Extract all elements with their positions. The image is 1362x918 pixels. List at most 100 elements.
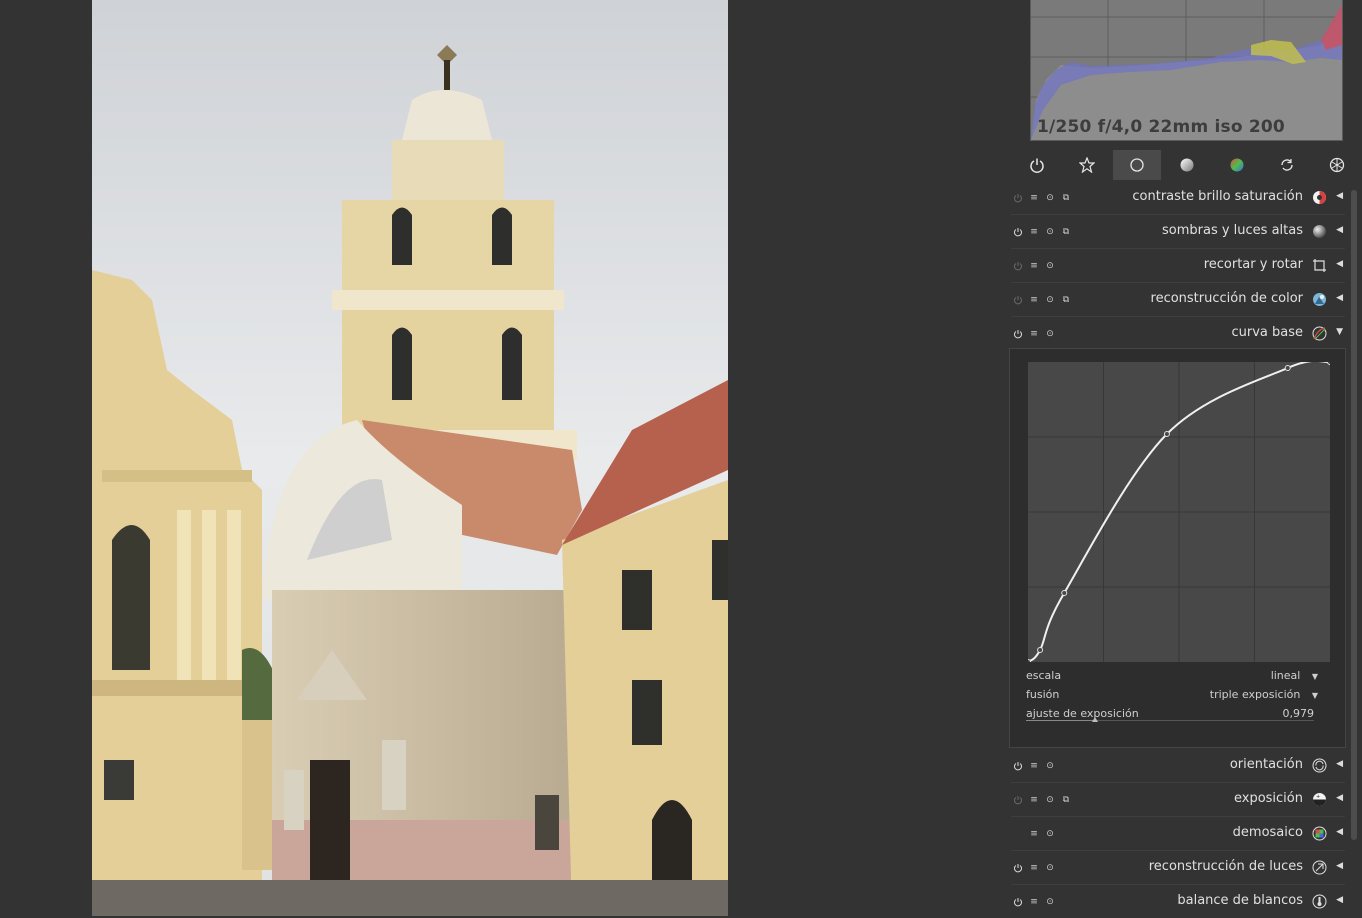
- curve-node[interactable]: [1061, 590, 1068, 596]
- dropdown-icon[interactable]: ▼: [1312, 691, 1318, 700]
- highlight-icon: [1312, 860, 1327, 875]
- panel-scrollbar[interactable]: [1351, 190, 1357, 840]
- power-icon[interactable]: [1013, 761, 1023, 771]
- collapse-arrow-icon[interactable]: ◀: [1336, 861, 1343, 871]
- histogram[interactable]: 1/250 f/4,0 22mm iso 200: [1030, 0, 1343, 141]
- module-label: curva base: [1231, 325, 1303, 340]
- curve-node[interactable]: [1327, 359, 1333, 365]
- scale-value: lineal: [1270, 669, 1301, 682]
- module-demosaic[interactable]: ≡ ⊙ demosaico ◀: [1011, 817, 1345, 851]
- menu-icon[interactable]: ≡: [1029, 261, 1039, 271]
- multi-instance-icon[interactable]: ⧉: [1061, 295, 1071, 305]
- sphere-icon: [1313, 225, 1326, 238]
- multi-instance-icon[interactable]: ⧉: [1061, 227, 1071, 237]
- mask-icon[interactable]: ⊙: [1045, 329, 1055, 339]
- collapse-arrow-icon[interactable]: ◀: [1336, 895, 1343, 905]
- collapse-arrow-icon[interactable]: ◀: [1336, 225, 1343, 235]
- menu-icon[interactable]: ≡: [1029, 329, 1039, 339]
- menu-icon[interactable]: ≡: [1029, 227, 1039, 237]
- curve-node[interactable]: [1037, 647, 1044, 653]
- center-view: [0, 0, 1003, 916]
- power-icon[interactable]: [1013, 193, 1023, 203]
- mask-icon[interactable]: ⊙: [1045, 227, 1055, 237]
- curve-icon: [1312, 326, 1327, 341]
- mask-icon[interactable]: ⊙: [1045, 795, 1055, 805]
- svg-text:+: +: [1316, 794, 1320, 800]
- scale-selector[interactable]: escala lineal ▼: [1026, 669, 1318, 682]
- power-icon[interactable]: [1013, 329, 1023, 339]
- curve-editor[interactable]: [1025, 359, 1333, 665]
- collapse-arrow-icon[interactable]: ◀: [1336, 793, 1343, 803]
- mask-icon[interactable]: ⊙: [1045, 829, 1055, 839]
- multi-instance-icon[interactable]: ⧉: [1061, 193, 1071, 203]
- power-icon[interactable]: [1013, 863, 1023, 873]
- scrollbar-thumb[interactable]: [1351, 190, 1357, 840]
- group-power-button[interactable]: [1013, 150, 1061, 180]
- group-color-button[interactable]: [1213, 150, 1261, 180]
- module-shadows-highlights[interactable]: ≡ ⊙ ⧉ sombras y luces altas ◀: [1011, 215, 1345, 249]
- slider-thumb[interactable]: [1092, 717, 1099, 722]
- group-effect-button[interactable]: [1313, 150, 1361, 180]
- module-highlight-reconstruction[interactable]: ≡ ⊙ reconstrucción de luces ◀: [1011, 851, 1345, 885]
- power-icon: [1030, 158, 1044, 173]
- mask-icon[interactable]: ⊙: [1045, 295, 1055, 305]
- mask-icon[interactable]: ⊙: [1045, 261, 1055, 271]
- curve-node[interactable]: [1284, 365, 1291, 371]
- module-label: sombras y luces altas: [1161, 223, 1303, 238]
- mask-icon[interactable]: ⊙: [1045, 897, 1055, 907]
- power-icon[interactable]: [1013, 227, 1023, 237]
- module-color-reconstruction[interactable]: ≡ ⊙ ⧉ reconstrucción de color ◀: [1011, 283, 1345, 317]
- fusion-selector[interactable]: fusión triple exposición ▼: [1026, 688, 1318, 701]
- dropdown-icon[interactable]: ▼: [1312, 672, 1318, 681]
- tone-icon: [1180, 158, 1194, 172]
- menu-icon[interactable]: ≡: [1029, 897, 1039, 907]
- module-label: reconstrucción de luces: [1148, 859, 1303, 874]
- fusion-label: fusión: [1026, 688, 1060, 701]
- module-exposure[interactable]: ≡ ⊙ ⧉ exposición + ◀: [1011, 783, 1345, 817]
- color-recon-icon: [1313, 293, 1326, 306]
- collapse-arrow-icon[interactable]: ◀: [1336, 191, 1343, 201]
- module-orientation[interactable]: ≡ ⊙ orientación ◀: [1011, 749, 1345, 783]
- crop-icon: [1313, 259, 1326, 272]
- mask-icon[interactable]: ⊙: [1045, 193, 1055, 203]
- power-icon[interactable]: [1013, 295, 1023, 305]
- menu-icon[interactable]: ≡: [1029, 829, 1039, 839]
- menu-icon[interactable]: ≡: [1029, 761, 1039, 771]
- mask-icon[interactable]: ⊙: [1045, 761, 1055, 771]
- collapse-arrow-icon[interactable]: ◀: [1336, 293, 1343, 303]
- menu-icon[interactable]: ≡: [1029, 193, 1039, 203]
- module-base-curve[interactable]: ≡ ⊙ curva base ▼: [1011, 317, 1345, 351]
- collapse-arrow-icon[interactable]: ◀: [1336, 259, 1343, 269]
- group-tone-button[interactable]: [1163, 150, 1211, 180]
- exposure-icon: +: [1313, 793, 1326, 806]
- scale-label: escala: [1026, 669, 1062, 682]
- menu-icon[interactable]: ≡: [1029, 295, 1039, 305]
- rotate-icon: [1312, 758, 1327, 773]
- group-basic-button[interactable]: [1113, 150, 1161, 180]
- power-icon[interactable]: [1013, 897, 1023, 907]
- module-group-bar: [1013, 150, 1362, 182]
- menu-icon[interactable]: ≡: [1029, 863, 1039, 873]
- module-contrast[interactable]: ≡ ⊙ ⧉ contraste brillo saturación ◀: [1011, 181, 1345, 215]
- effect-icon: [1329, 157, 1345, 173]
- exposure-value: 0,979: [1282, 707, 1315, 720]
- multi-instance-icon[interactable]: ⧉: [1061, 795, 1071, 805]
- collapse-arrow-icon[interactable]: ◀: [1336, 759, 1343, 769]
- group-favorites-button[interactable]: [1063, 150, 1111, 180]
- power-icon[interactable]: [1013, 795, 1023, 805]
- module-white-balance[interactable]: ≡ ⊙ balance de blancos ◀: [1011, 885, 1345, 918]
- exposure-adjust-slider[interactable]: ajuste de exposición 0,979: [1026, 707, 1315, 722]
- expand-arrow-icon[interactable]: ▼: [1336, 327, 1343, 337]
- demosaic-icon: [1312, 826, 1327, 841]
- mask-icon[interactable]: ⊙: [1045, 863, 1055, 873]
- curve-node[interactable]: [1163, 431, 1170, 437]
- color-contrast-icon: [1313, 191, 1326, 204]
- menu-icon[interactable]: ≡: [1029, 795, 1039, 805]
- power-icon[interactable]: [1013, 261, 1023, 271]
- module-label: balance de blancos: [1177, 893, 1303, 908]
- collapse-arrow-icon[interactable]: ◀: [1336, 827, 1343, 837]
- module-crop-rotate[interactable]: ≡ ⊙ recortar y rotar ◀: [1011, 249, 1345, 283]
- curve-graph[interactable]: [1025, 359, 1333, 665]
- group-correct-button[interactable]: [1263, 150, 1311, 180]
- module-label: orientación: [1229, 757, 1303, 772]
